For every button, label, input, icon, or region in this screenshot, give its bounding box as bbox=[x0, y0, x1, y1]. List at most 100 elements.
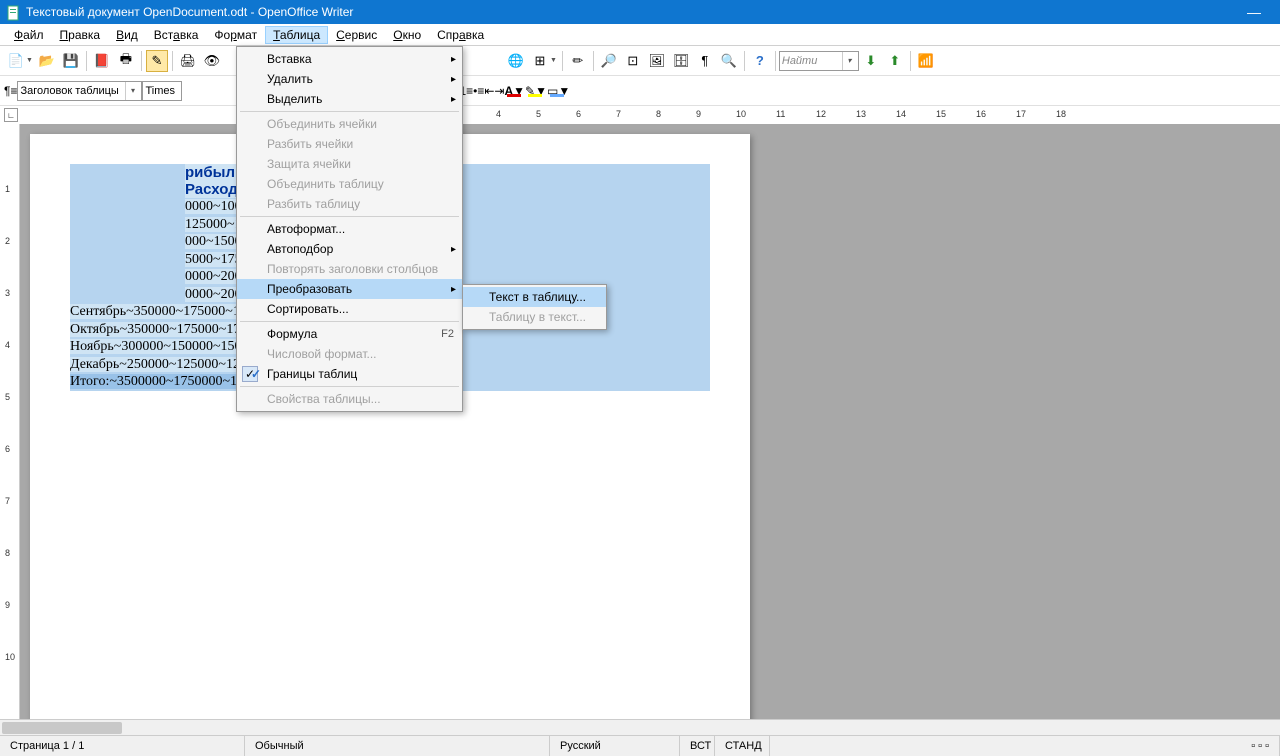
hyperlink-button[interactable]: 🌐 bbox=[505, 50, 527, 72]
table-dropdown-menu: ВставкаУдалитьВыделитьОбъединить ячейкиР… bbox=[236, 46, 463, 412]
find-input[interactable]: Найти▾ bbox=[779, 51, 859, 71]
menu-item: Разбить таблицу bbox=[237, 194, 462, 214]
edit-mode-button[interactable]: ✎ bbox=[146, 50, 168, 72]
status-page: Страница 1 / 1 bbox=[0, 736, 245, 756]
menu-help[interactable]: Справка bbox=[429, 26, 492, 44]
ruler-tick: 10 bbox=[5, 652, 15, 662]
menu-file[interactable]: Файл bbox=[6, 26, 52, 44]
statusbar: Страница 1 / 1 Обычный Русский ВСТ СТАНД… bbox=[0, 735, 1280, 756]
ruler-tick: 17 bbox=[1016, 109, 1026, 119]
ruler-tick: 14 bbox=[896, 109, 906, 119]
table-button[interactable]: ⊞ bbox=[529, 50, 551, 72]
status-insert[interactable]: ВСТ bbox=[680, 736, 715, 756]
ruler-tick: 13 bbox=[856, 109, 866, 119]
menu-item[interactable]: Выделить bbox=[237, 89, 462, 109]
menu-table[interactable]: Таблица bbox=[265, 26, 328, 44]
font-color-button[interactable]: A bbox=[504, 84, 513, 98]
export-pdf-button[interactable]: 📕 bbox=[91, 50, 113, 72]
ruler-row: ∟ 456789101112131415161718 bbox=[0, 106, 1280, 124]
menu-item: Объединить таблицу bbox=[237, 174, 462, 194]
menu-item[interactable]: ФормулаF2 bbox=[237, 324, 462, 344]
zoom-button[interactable]: 🔍 bbox=[718, 50, 740, 72]
ruler-tick: 9 bbox=[696, 109, 701, 119]
find-next-button[interactable]: ⬇ bbox=[860, 50, 882, 72]
print-preview-button[interactable]: 🖨 bbox=[177, 50, 199, 72]
ruler-tick: 4 bbox=[5, 340, 10, 350]
minimize-button[interactable]: — bbox=[1234, 4, 1274, 20]
datasources-button[interactable]: 🗄 bbox=[670, 50, 692, 72]
bg-color-button[interactable]: ▭ bbox=[547, 84, 558, 98]
menu-item[interactable]: ✓Границы таблиц bbox=[237, 364, 462, 384]
status-style[interactable]: Обычный bbox=[245, 736, 550, 756]
menu-item: Числовой формат... bbox=[237, 344, 462, 364]
signal-icon[interactable]: 📶 bbox=[915, 50, 937, 72]
scrollbar-thumb[interactable] bbox=[2, 722, 122, 734]
ruler-tick: 16 bbox=[976, 109, 986, 119]
menu-item: Защита ячейки bbox=[237, 154, 462, 174]
nonprinting-button[interactable]: ¶ bbox=[694, 50, 716, 72]
styles-button[interactable]: ¶≡ bbox=[4, 84, 17, 98]
menu-view[interactable]: Вид bbox=[108, 26, 146, 44]
titlebar: Текстовый документ OpenDocument.odt - Op… bbox=[0, 0, 1280, 24]
ruler-tick: 1 bbox=[5, 184, 10, 194]
find-replace-button[interactable]: 🔎 bbox=[598, 50, 620, 72]
menu-item[interactable]: Преобразовать bbox=[237, 279, 462, 299]
paragraph-style-combo[interactable]: Заголовок таблицы▾ bbox=[17, 81, 142, 101]
navigator-button[interactable]: ⊡ bbox=[622, 50, 644, 72]
increase-indent-button[interactable]: ⇥ bbox=[494, 84, 504, 98]
status-view-icons[interactable]: ▫ ▫ ▫ bbox=[1241, 736, 1280, 756]
new-button[interactable]: 📄 bbox=[5, 50, 27, 72]
menu-item[interactable]: Вставка bbox=[237, 49, 462, 69]
app-icon bbox=[6, 5, 20, 19]
show-draw-button[interactable]: ✏ bbox=[567, 50, 589, 72]
ruler-tick: 10 bbox=[736, 109, 746, 119]
highlight-button[interactable]: ✎ bbox=[525, 84, 535, 98]
menu-item: Разбить ячейки bbox=[237, 134, 462, 154]
ruler-tick: 2 bbox=[5, 236, 10, 246]
doc-line: Ноябрь~300000~150000~150000 bbox=[70, 339, 263, 354]
font-name-combo[interactable]: Times bbox=[142, 81, 182, 101]
ruler-corner[interactable]: ∟ bbox=[4, 108, 18, 122]
menu-format[interactable]: Формат bbox=[206, 26, 265, 44]
ruler-tick: 12 bbox=[816, 109, 826, 119]
page-preview-button[interactable]: 👁 bbox=[201, 50, 223, 72]
print-button[interactable]: 🖶 bbox=[115, 50, 137, 72]
menu-item: Повторять заголовки столбцов bbox=[237, 259, 462, 279]
ruler-tick: 4 bbox=[496, 109, 501, 119]
ruler-tick: 8 bbox=[5, 548, 10, 558]
open-button[interactable]: 📂 bbox=[36, 50, 58, 72]
toolbar-standard: 📄▼ 📂 💾 📕 🖶 ✎ 🖨 👁 🌐 ⊞▼ ✏ 🔎 ⊡ 🖼 🗄 ¶ 🔍 ? На… bbox=[0, 46, 1280, 76]
document-canvas[interactable]: рибыли организации по месяцам Расходы~Пр… bbox=[20, 124, 1280, 719]
ruler-tick: 5 bbox=[536, 109, 541, 119]
horizontal-ruler[interactable]: 456789101112131415161718 bbox=[26, 107, 1280, 123]
ruler-tick: 15 bbox=[936, 109, 946, 119]
find-prev-button[interactable]: ⬆ bbox=[884, 50, 906, 72]
menu-item[interactable]: Автоподбор bbox=[237, 239, 462, 259]
menu-window[interactable]: Окно bbox=[385, 26, 429, 44]
submenu-item[interactable]: Текст в таблицу... bbox=[463, 287, 606, 307]
vertical-ruler[interactable]: 12345678910 bbox=[0, 124, 20, 719]
gallery-button[interactable]: 🖼 bbox=[646, 50, 668, 72]
menu-edit[interactable]: Правка bbox=[52, 26, 109, 44]
menu-item: Объединить ячейки bbox=[237, 114, 462, 134]
menu-insert[interactable]: Вставка bbox=[146, 26, 207, 44]
status-lang[interactable]: Русский bbox=[550, 736, 680, 756]
toolbar-formatting: ¶≡ Заголовок таблицы▾ Times К Ч ≡ ≡ ≡ ≡ … bbox=[0, 76, 1280, 106]
decrease-indent-button[interactable]: ⇤ bbox=[484, 84, 494, 98]
save-button[interactable]: 💾 bbox=[60, 50, 82, 72]
help-button[interactable]: ? bbox=[749, 50, 771, 72]
ruler-tick: 6 bbox=[576, 109, 581, 119]
menu-item[interactable]: Удалить bbox=[237, 69, 462, 89]
menu-item: Свойства таблицы... bbox=[237, 389, 462, 409]
status-mode[interactable]: СТАНД bbox=[715, 736, 770, 756]
horizontal-scrollbar[interactable] bbox=[0, 719, 1280, 735]
menu-tools[interactable]: Сервис bbox=[328, 26, 385, 44]
ruler-tick: 8 bbox=[656, 109, 661, 119]
ruler-tick: 11 bbox=[776, 109, 785, 119]
menu-item[interactable]: Сортировать... bbox=[237, 299, 462, 319]
bullet-list-button[interactable]: •≡ bbox=[473, 84, 484, 98]
convert-submenu: Текст в таблицу...Таблицу в текст... bbox=[462, 284, 607, 330]
ruler-tick: 6 bbox=[5, 444, 10, 454]
ruler-tick: 18 bbox=[1056, 109, 1066, 119]
menu-item[interactable]: Автоформат... bbox=[237, 219, 462, 239]
